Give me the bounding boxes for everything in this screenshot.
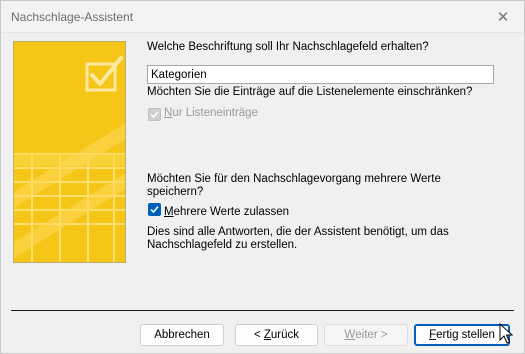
limit-to-list-checkbox[interactable] bbox=[148, 108, 161, 121]
close-icon[interactable]: ✕ bbox=[488, 6, 518, 28]
multi-values-prompt-line2: speichern? bbox=[147, 186, 204, 198]
footer-divider bbox=[11, 310, 514, 311]
banner-illustration-icon bbox=[14, 56, 125, 262]
allow-multiple-values-checkbox[interactable] bbox=[148, 203, 161, 216]
finish-button[interactable]: Fertig stellen bbox=[414, 324, 510, 346]
info-text-line1: Dies sind alle Antworten, die der Assist… bbox=[147, 226, 449, 238]
next-button[interactable]: Weiter > bbox=[324, 324, 408, 346]
allow-multiple-values-label: Mehrere Werte zulassen bbox=[164, 206, 290, 218]
wizard-banner bbox=[13, 41, 126, 263]
caption-input[interactable] bbox=[147, 65, 494, 84]
checkmark-icon bbox=[150, 206, 159, 214]
limit-prompt: Möchten Sie die Einträge auf die Listene… bbox=[147, 86, 473, 98]
cancel-button[interactable]: Abbrechen bbox=[140, 324, 224, 346]
multi-values-prompt-line1: Möchten Sie für den Nachschlagevorgang m… bbox=[147, 173, 441, 185]
lookup-wizard-dialog: Nachschlage-Assistent ✕ Welche Beschrift… bbox=[0, 0, 525, 354]
back-button[interactable]: < Zurück bbox=[235, 324, 318, 346]
caption-prompt: Welche Beschriftung soll Ihr Nachschlage… bbox=[147, 41, 429, 53]
title-bar: Nachschlage-Assistent ✕ bbox=[1, 1, 524, 33]
window-title: Nachschlage-Assistent bbox=[11, 10, 134, 24]
mouse-pointer-icon bbox=[499, 323, 513, 344]
limit-to-list-label: Nur Listeneinträge bbox=[164, 107, 258, 119]
checkmark-icon bbox=[150, 111, 159, 119]
info-text-line2: Nachschlagefeld zu erstellen. bbox=[147, 239, 298, 251]
